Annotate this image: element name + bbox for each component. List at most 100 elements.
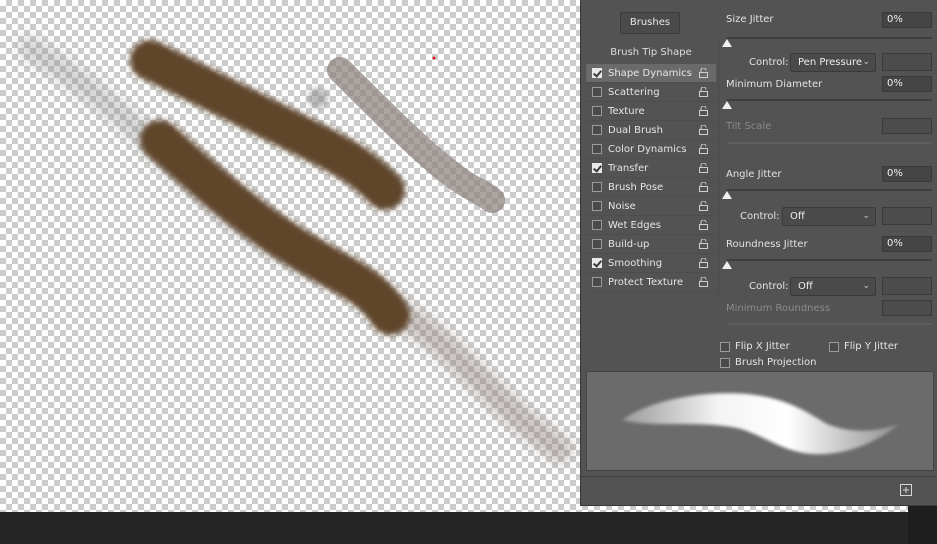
scroll-gutter	[908, 500, 937, 544]
lock-icon[interactable]	[699, 144, 708, 154]
angle-control-value: Off	[790, 211, 805, 222]
checkbox-icon[interactable]	[592, 182, 602, 192]
roundness-jitter-input[interactable]: 0%	[882, 236, 932, 252]
brush-option-label: Protect Texture	[608, 276, 684, 288]
minimum-roundness-label: Minimum Roundness	[726, 303, 831, 314]
checkbox-icon[interactable]	[592, 239, 602, 249]
brush-projection-label: Brush Projection	[735, 357, 817, 368]
lock-icon[interactable]	[699, 220, 708, 230]
size-jitter-input[interactable]: 0%	[882, 12, 932, 28]
brush-option-label: Smoothing	[608, 257, 663, 269]
angle-jitter-label: Angle Jitter	[726, 169, 782, 180]
angle-control-select[interactable]: Off ⌄	[782, 207, 876, 226]
brush-option-build-up[interactable]: Build-up	[586, 235, 716, 254]
checkbox-icon[interactable]	[592, 163, 602, 173]
size-jitter-slider[interactable]	[727, 37, 932, 39]
roundness-control-select[interactable]: Off ⌄	[790, 277, 876, 296]
lock-icon[interactable]	[699, 277, 708, 287]
checkbox-icon[interactable]	[829, 341, 839, 352]
lock-icon[interactable]	[699, 68, 708, 78]
red-dot	[432, 56, 436, 60]
roundness-jitter-label: Roundness Jitter	[726, 239, 808, 250]
tilt-scale-input	[882, 118, 932, 134]
roundness-jitter-thumb[interactable]	[722, 261, 732, 269]
chevron-down-icon: ⌄	[862, 281, 870, 291]
angle-jitter-slider[interactable]	[727, 189, 932, 191]
footer-divider	[581, 476, 937, 477]
lock-icon[interactable]	[699, 182, 708, 192]
checkbox-icon[interactable]	[592, 277, 602, 287]
lock-icon[interactable]	[699, 163, 708, 173]
checkbox-icon[interactable]	[592, 144, 602, 154]
lock-icon[interactable]	[699, 201, 708, 211]
brush-option-protect-texture[interactable]: Protect Texture	[586, 273, 716, 292]
size-control-select[interactable]: Pen Pressure ⌄	[790, 53, 876, 72]
brush-option-label: Shape Dynamics	[608, 67, 692, 79]
minimum-diameter-slider[interactable]	[727, 99, 932, 101]
brush-option-shape-dynamics[interactable]: Shape Dynamics	[586, 64, 716, 83]
angle-control-label: Control:	[740, 211, 780, 222]
new-preset-icon	[900, 484, 912, 496]
angle-jitter-thumb[interactable]	[722, 191, 732, 199]
brush-option-transfer[interactable]: Transfer	[586, 159, 716, 178]
checkbox-icon[interactable]	[592, 201, 602, 211]
roundness-control-label: Control:	[749, 281, 789, 292]
lock-icon[interactable]	[699, 239, 708, 249]
brushes-button[interactable]: Brushes	[620, 12, 680, 34]
brush-option-label: Noise	[608, 200, 636, 212]
roundness-control-empty-field	[882, 277, 932, 295]
divider	[718, 40, 719, 295]
lock-icon[interactable]	[699, 87, 708, 97]
brush-option-texture[interactable]: Texture	[586, 102, 716, 121]
brush-option-scattering[interactable]: Scattering	[586, 83, 716, 102]
roundness-control-value: Off	[798, 281, 813, 292]
checkbox-icon[interactable]	[720, 341, 730, 352]
size-control-label: Control:	[749, 57, 789, 68]
chevron-down-icon: ⌄	[862, 211, 870, 221]
checkbox-icon[interactable]	[592, 106, 602, 116]
minimum-roundness-slider	[727, 323, 932, 325]
lock-icon[interactable]	[699, 125, 708, 135]
brush-option-wet-edges[interactable]: Wet Edges	[586, 216, 716, 235]
brush-option-label: Build-up	[608, 238, 650, 250]
brush-tip-shape-item[interactable]: Brush Tip Shape	[587, 47, 715, 58]
checkbox-icon[interactable]	[592, 87, 602, 97]
angle-control-empty-field	[882, 207, 932, 225]
brush-option-label: Wet Edges	[608, 219, 661, 231]
checkbox-icon[interactable]	[592, 220, 602, 230]
brush-options-list: Shape Dynamics Scattering Texture Dual Brus…	[586, 64, 716, 292]
checkbox-icon[interactable]	[720, 357, 730, 368]
brush-option-noise[interactable]: Noise	[586, 197, 716, 216]
tilt-scale-slider	[727, 142, 932, 144]
brush-option-smoothing[interactable]: Smoothing	[586, 254, 716, 273]
checkbox-icon[interactable]	[592, 258, 602, 268]
brush-option-label: Color Dynamics	[608, 143, 687, 155]
roundness-jitter-slider[interactable]	[727, 259, 932, 261]
lock-icon[interactable]	[699, 258, 708, 268]
chevron-down-icon: ⌄	[862, 57, 870, 67]
checkbox-icon[interactable]	[592, 125, 602, 135]
brush-option-color-dynamics[interactable]: Color Dynamics	[586, 140, 716, 159]
minimum-diameter-input[interactable]: 0%	[882, 76, 932, 92]
size-control-value: Pen Pressure	[798, 57, 863, 68]
checkbox-icon[interactable]	[592, 68, 602, 78]
brush-option-label: Transfer	[608, 162, 649, 174]
brush-option-brush-pose[interactable]: Brush Pose	[586, 178, 716, 197]
brush-option-label: Texture	[608, 105, 645, 117]
brush-stroke-preview	[586, 371, 934, 471]
flip-y-jitter-label: Flip Y Jitter	[844, 341, 898, 352]
brush-projection-option[interactable]: Brush Projection	[720, 357, 816, 368]
flip-x-jitter-option[interactable]: Flip X Jitter	[720, 341, 790, 352]
flip-x-jitter-label: Flip X Jitter	[735, 341, 790, 352]
minimum-diameter-label: Minimum Diameter	[726, 79, 823, 90]
minimum-diameter-thumb[interactable]	[722, 101, 732, 109]
size-jitter-thumb[interactable]	[722, 39, 732, 47]
flip-y-jitter-option[interactable]: Flip Y Jitter	[829, 341, 898, 352]
brush-option-dual-brush[interactable]: Dual Brush	[586, 121, 716, 140]
gray-stroke-bottom	[382, 297, 573, 463]
angle-jitter-input[interactable]: 0%	[882, 166, 932, 182]
gray-dot	[308, 88, 328, 108]
lock-icon[interactable]	[699, 106, 708, 116]
preview-stroke	[622, 393, 899, 455]
new-preset-button[interactable]	[893, 479, 919, 501]
